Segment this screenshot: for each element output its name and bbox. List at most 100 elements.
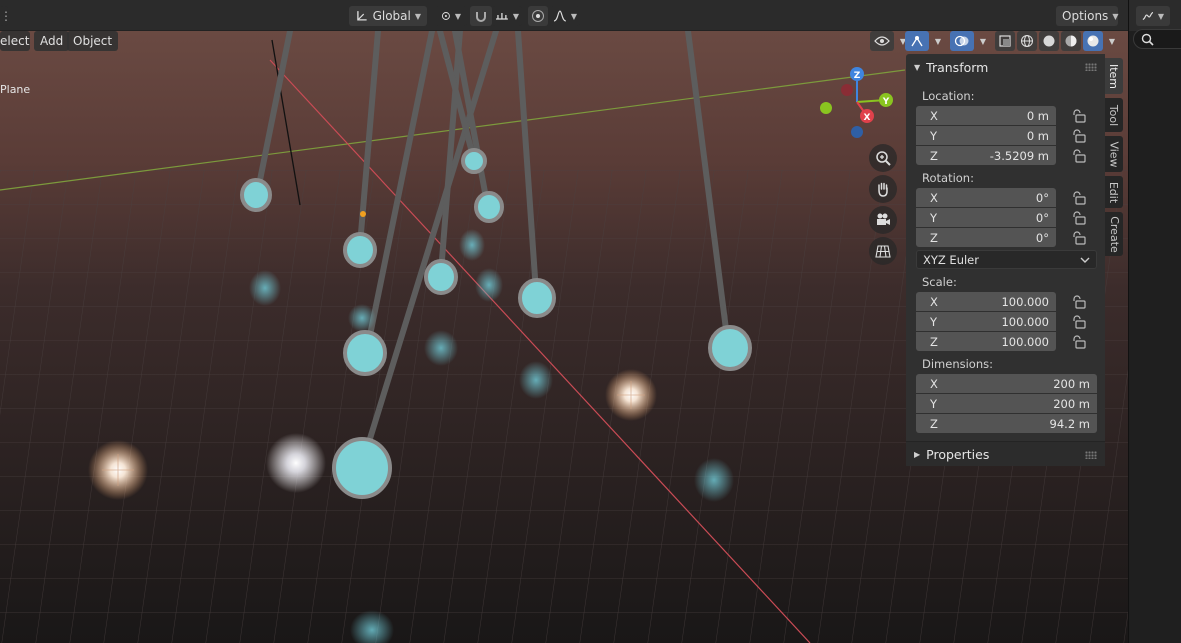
properties-panel-header[interactable]: ▶ Properties bbox=[906, 441, 1105, 466]
drag-grip-icon[interactable] bbox=[1085, 451, 1097, 459]
location-y-field[interactable]: Y 0 m bbox=[916, 126, 1056, 145]
camera-view-button[interactable] bbox=[869, 206, 897, 234]
location-z-field[interactable]: Z -3.5209 m bbox=[916, 146, 1056, 165]
value: 0 m bbox=[1026, 128, 1049, 143]
lock-icon[interactable] bbox=[1071, 335, 1087, 349]
scale-z-field[interactable]: Z 100.000 bbox=[916, 332, 1056, 351]
rotation-z-field[interactable]: Z 0° bbox=[916, 228, 1056, 247]
pivot-point-dropdown[interactable]: ▼ bbox=[435, 6, 467, 26]
value: 200 m bbox=[1053, 376, 1090, 391]
chevron-down-icon[interactable]: ▼ bbox=[931, 31, 945, 51]
transform-title: Transform bbox=[926, 59, 989, 75]
dimensions-x-field[interactable]: X 200 m bbox=[916, 374, 1097, 393]
shading-material-button[interactable] bbox=[1061, 31, 1081, 51]
overlays-toggle-button[interactable] bbox=[950, 31, 974, 51]
shading-wireframe-button[interactable] bbox=[1017, 31, 1037, 51]
3d-viewport[interactable]: ⋮ Global ▼ ▼ ▼ ▼ Options ▼ elect Add Obj… bbox=[0, 0, 1128, 643]
xray-toggle-button[interactable] bbox=[995, 31, 1015, 51]
lock-icon[interactable] bbox=[1071, 191, 1087, 205]
lock-icon[interactable] bbox=[1071, 231, 1087, 245]
proportional-falloff-dropdown[interactable]: ▼ bbox=[550, 6, 580, 26]
chevron-down-icon: ▼ bbox=[414, 11, 421, 21]
select-menu-label: elect bbox=[0, 34, 30, 48]
lock-icon[interactable] bbox=[1071, 109, 1087, 123]
tab-create-label: Create bbox=[1107, 215, 1121, 253]
lock-icon[interactable] bbox=[1071, 129, 1087, 143]
grid-projection-icon bbox=[875, 245, 891, 258]
drag-grip-icon[interactable] bbox=[1085, 63, 1097, 71]
outliner-search-input[interactable] bbox=[1133, 29, 1181, 49]
rotation-mode-dropdown[interactable]: XYZ Euler bbox=[916, 250, 1097, 269]
chevron-down-icon: ▼ bbox=[1157, 11, 1164, 21]
axis-label: Z bbox=[930, 148, 938, 163]
lock-icon[interactable] bbox=[1071, 295, 1087, 309]
triangle-right-icon: ▶ bbox=[914, 449, 921, 459]
tab-item[interactable]: Item bbox=[1105, 58, 1123, 94]
editor-type-dropdown[interactable]: ▼ bbox=[1136, 6, 1170, 26]
tab-create[interactable]: Create bbox=[1105, 212, 1123, 256]
tab-item-label: Item bbox=[1107, 63, 1121, 89]
chevron-down-icon: ▼ bbox=[570, 11, 577, 21]
object-menu-label: Object bbox=[73, 34, 113, 48]
outliner-editor: ▼ bbox=[1128, 0, 1181, 643]
dimensions-z-field[interactable]: Z 94.2 m bbox=[916, 414, 1097, 433]
shading-rendered-button[interactable] bbox=[1083, 31, 1103, 51]
options-dropdown[interactable]: Options ▼ bbox=[1056, 6, 1118, 26]
rendered-sphere-icon bbox=[1087, 35, 1099, 47]
tab-edit[interactable]: Edit bbox=[1105, 176, 1123, 208]
scale-y-field[interactable]: Y 100.000 bbox=[916, 312, 1056, 331]
value: 0° bbox=[1035, 210, 1049, 225]
snap-toggle[interactable] bbox=[470, 6, 492, 26]
transform-panel-header[interactable]: ▼ Transform bbox=[906, 54, 1105, 80]
gizmo-y-label: Y bbox=[882, 97, 890, 107]
tab-tool[interactable]: Tool bbox=[1105, 98, 1123, 132]
lock-icon[interactable] bbox=[1071, 211, 1087, 225]
overlays-group: ▼ bbox=[950, 31, 990, 51]
object-visibility-button[interactable] bbox=[870, 31, 894, 51]
select-menu[interactable]: elect bbox=[0, 31, 30, 51]
axis-label: X bbox=[930, 294, 938, 309]
value: 200 m bbox=[1053, 396, 1090, 411]
scale-x-field[interactable]: X 100.000 bbox=[916, 292, 1056, 311]
location-x-field[interactable]: X 0 m bbox=[916, 106, 1056, 125]
proportional-edit-icon bbox=[532, 10, 544, 22]
shading-group: ▼ bbox=[995, 31, 1119, 51]
wireframe-sphere-icon bbox=[1021, 35, 1033, 47]
tab-edit-label: Edit bbox=[1107, 181, 1121, 203]
projection-toggle-button[interactable] bbox=[869, 237, 897, 265]
chevron-down-icon: ▼ bbox=[1112, 11, 1119, 21]
shading-solid-button[interactable] bbox=[1039, 31, 1059, 51]
value: 0° bbox=[1035, 230, 1049, 245]
chevron-down-icon[interactable]: ▼ bbox=[1105, 31, 1119, 51]
snap-increment-icon bbox=[495, 13, 508, 20]
pan-button[interactable] bbox=[869, 175, 897, 203]
chevron-down-icon[interactable]: ▼ bbox=[976, 31, 990, 51]
lock-icon[interactable] bbox=[1071, 149, 1087, 163]
dimensions-y-field[interactable]: Y 200 m bbox=[916, 394, 1097, 413]
proportional-editing-toggle[interactable] bbox=[528, 6, 548, 26]
axis-label: Y bbox=[930, 128, 938, 143]
navigation-gizmo[interactable]: Z Y X bbox=[812, 62, 902, 142]
gizmo-icon bbox=[911, 36, 923, 47]
object-menu[interactable]: Object bbox=[67, 31, 119, 51]
axis-label: X bbox=[930, 376, 938, 391]
transform-orientation-dropdown[interactable]: Global ▼ bbox=[349, 6, 427, 26]
scale-label: Scale: bbox=[922, 275, 957, 289]
add-menu-label: Add bbox=[40, 34, 64, 48]
falloff-curve-icon bbox=[553, 10, 567, 22]
overlays-icon bbox=[954, 35, 969, 47]
value: 0 m bbox=[1026, 108, 1049, 123]
outliner-header: ▼ bbox=[1129, 0, 1181, 31]
solid-sphere-icon bbox=[1043, 35, 1055, 47]
add-menu[interactable]: Add bbox=[34, 31, 70, 51]
rotation-y-field[interactable]: Y 0° bbox=[916, 208, 1056, 227]
gizmo-toggle-button[interactable] bbox=[905, 31, 929, 51]
rotation-x-field[interactable]: X 0° bbox=[916, 188, 1056, 207]
editor-menu-handle[interactable]: ⋮ bbox=[0, 6, 12, 26]
material-sphere-icon bbox=[1065, 35, 1077, 47]
snap-element-dropdown[interactable]: ▼ bbox=[492, 6, 522, 26]
zoom-button[interactable] bbox=[869, 144, 897, 172]
lock-icon[interactable] bbox=[1071, 315, 1087, 329]
axis-label: Y bbox=[930, 396, 938, 411]
tab-view[interactable]: View bbox=[1105, 136, 1123, 172]
